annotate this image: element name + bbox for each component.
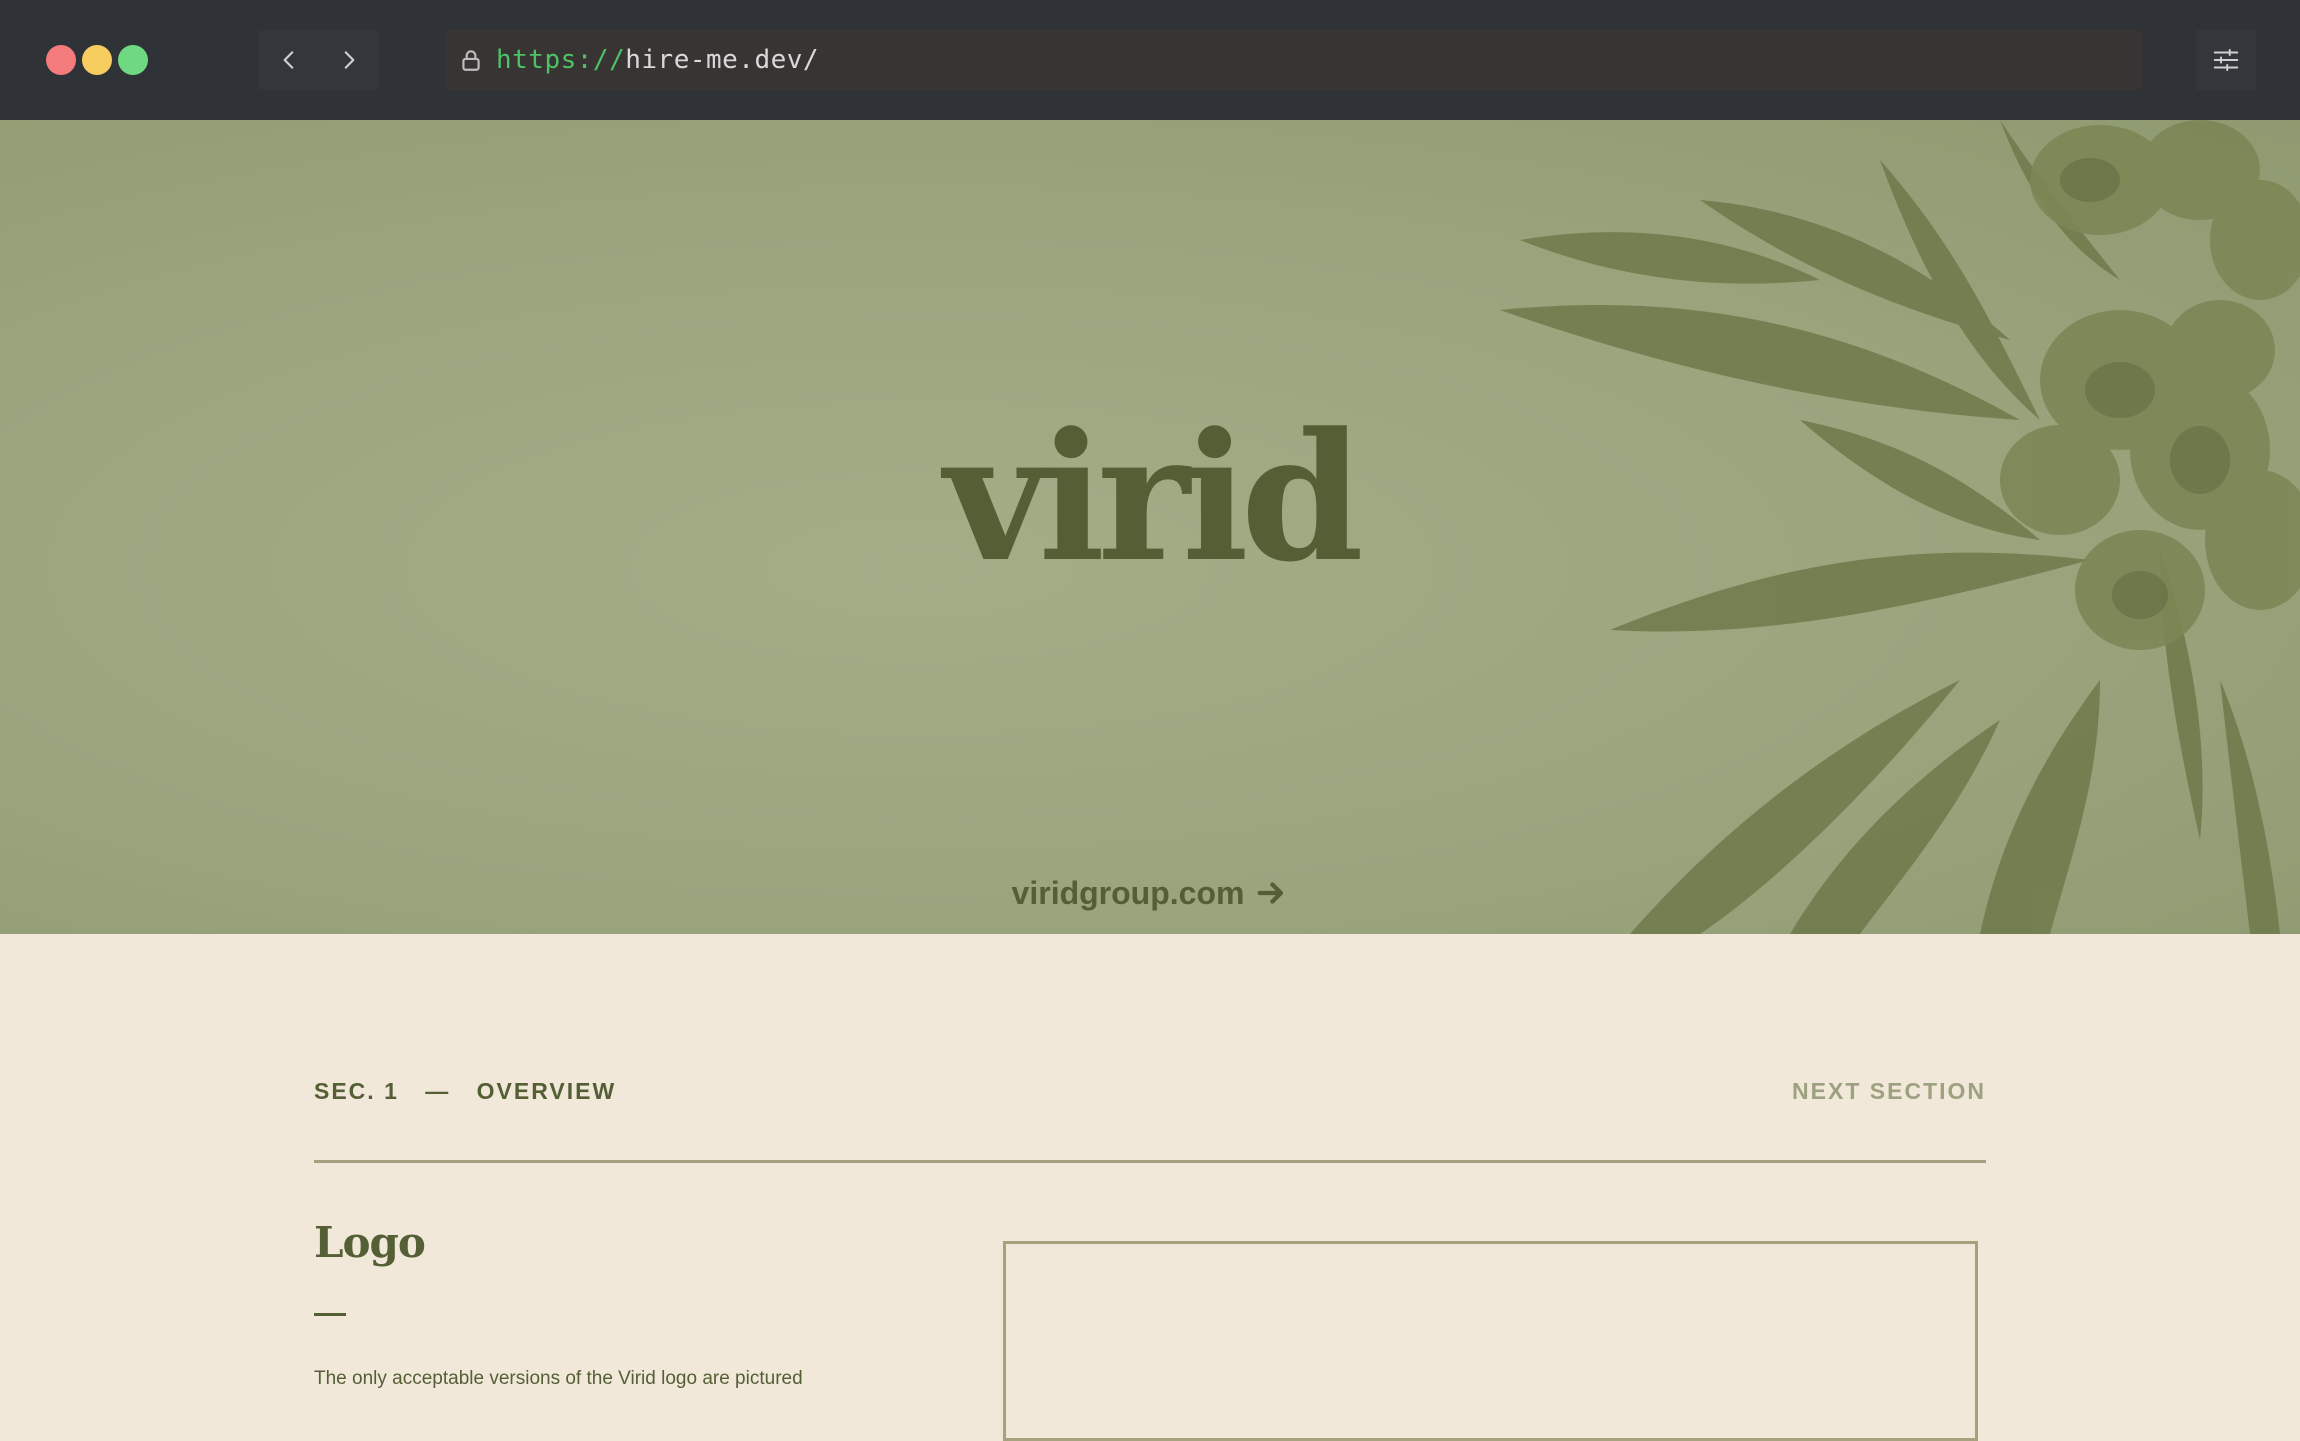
section-number: SEC. 1 xyxy=(314,1078,399,1104)
virid-logo: virid xyxy=(944,394,1364,601)
address-bar[interactable]: https://hire-me.dev/ xyxy=(446,30,2142,90)
back-button[interactable] xyxy=(259,30,319,90)
heading-divider xyxy=(314,1313,346,1316)
section-separator: — xyxy=(425,1078,451,1104)
url-text: https://hire-me.dev/ xyxy=(496,45,819,75)
section-label: SEC. 1 — OVERVIEW xyxy=(314,1078,634,1105)
website-link[interactable]: viridgroup.com xyxy=(0,876,2300,910)
website-link-text: viridgroup.com xyxy=(1011,875,1245,911)
next-section-link[interactable]: NEXT SECTION xyxy=(1792,1078,1986,1105)
chevron-left-icon xyxy=(283,51,294,69)
hero-banner: virid viridgroup.com xyxy=(0,120,2300,934)
navigation-buttons xyxy=(259,30,379,90)
arrow-right-icon xyxy=(1254,876,1288,910)
sliders-icon xyxy=(2213,49,2239,71)
logo-description: The only acceptable versions of the Viri… xyxy=(314,1368,803,1389)
logo-preview-frame xyxy=(1003,1241,1978,1441)
chevron-right-icon xyxy=(344,51,355,69)
section-title: OVERVIEW xyxy=(476,1078,617,1104)
settings-button[interactable] xyxy=(2196,30,2256,90)
logo-heading: Logo xyxy=(314,1218,426,1267)
url-scheme: https:// xyxy=(496,45,626,75)
section-header: SEC. 1 — OVERVIEW NEXT SECTION xyxy=(314,1078,1986,1163)
lock-icon xyxy=(462,50,480,71)
url-host: hire-me.dev/ xyxy=(625,45,820,75)
minimize-window-button[interactable] xyxy=(82,45,112,75)
maximize-window-button[interactable] xyxy=(118,45,148,75)
close-window-button[interactable] xyxy=(46,45,76,75)
browser-toolbar: https://hire-me.dev/ xyxy=(0,0,2300,120)
forward-button[interactable] xyxy=(319,30,379,90)
